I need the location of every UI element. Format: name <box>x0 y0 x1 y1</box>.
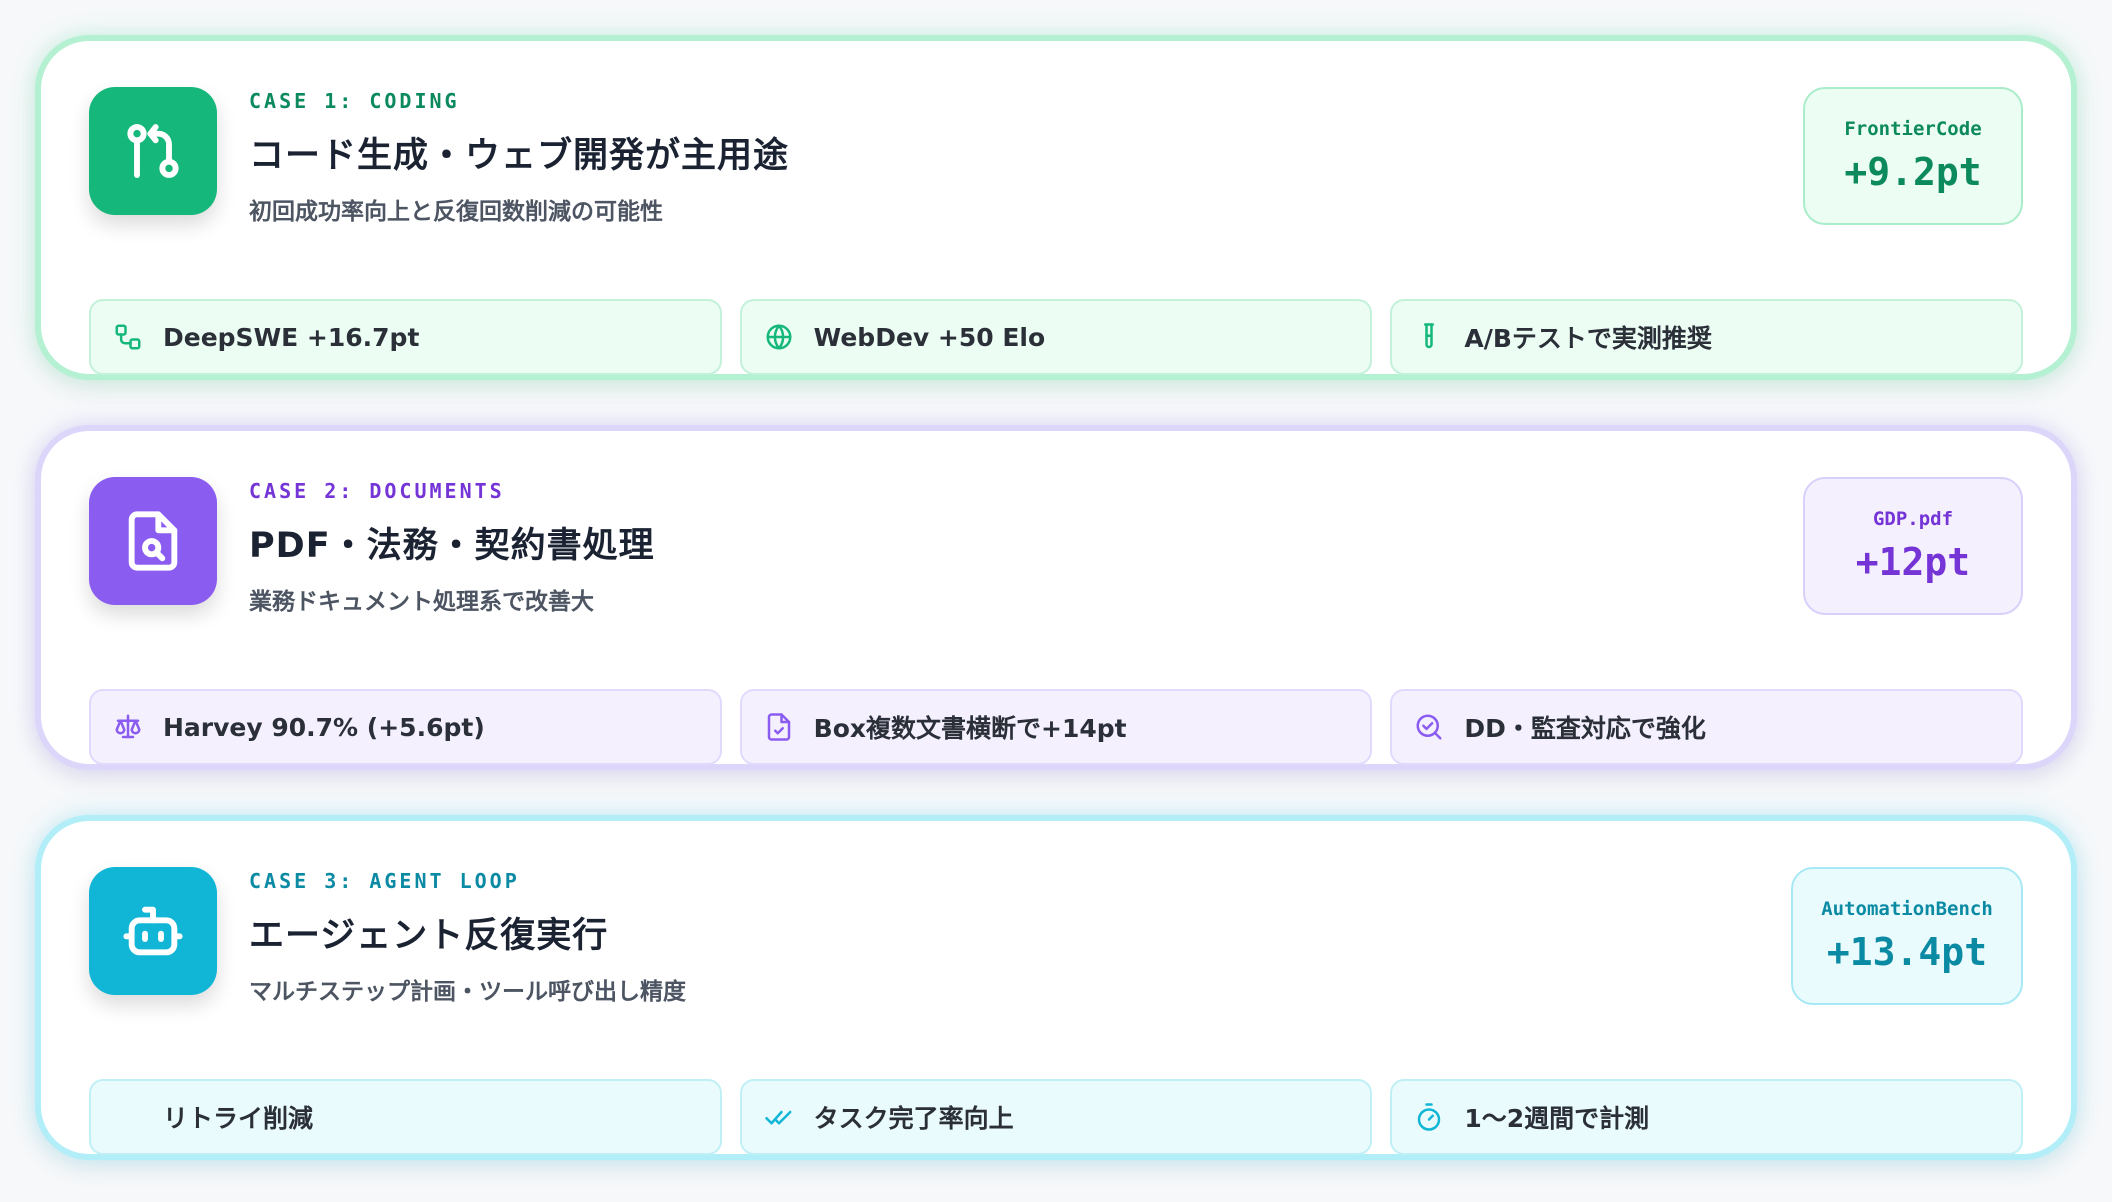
case-title: コード生成・ウェブ開発が主用途 <box>249 136 790 176</box>
chip-text: Box複数文書横断で+14pt <box>813 714 1127 743</box>
chip-box: Box複数文書横断で+14pt <box>739 689 1373 765</box>
workflow-icon <box>113 322 143 352</box>
double-check-icon <box>764 1102 794 1132</box>
retry-icon <box>113 1102 143 1132</box>
chip-text: A/Bテストで実測推奨 <box>1464 324 1712 353</box>
robot-icon <box>89 867 217 995</box>
chip-row: Harvey 90.7% (+5.6pt) Box複数文書横断で+14pt DD… <box>89 689 2024 765</box>
case-header: CASE 1: CODING コード生成・ウェブ開発が主用途 初回成功率向上と反… <box>89 87 2023 287</box>
chip-text: 1〜2週間で計測 <box>1464 1104 1650 1133</box>
case-header: CASE 3: AGENT LOOP エージェント反復実行 マルチステップ計画・… <box>89 867 2023 1067</box>
case-label: CASE 2: DOCUMENTS <box>249 479 505 503</box>
metric-badge-label: GDP.pdf <box>1872 508 1954 530</box>
case-titles: CASE 2: DOCUMENTS PDF・法務・契約書処理 業務ドキュメント処… <box>249 477 655 616</box>
metric-badge: FrontierCode +9.2pt <box>1803 87 2023 225</box>
case-subtitle: 初回成功率向上と反復回数削減の可能性 <box>249 199 663 225</box>
chip-measure: 1〜2週間で計測 <box>1390 1079 2024 1155</box>
case-header: CASE 2: DOCUMENTS PDF・法務・契約書処理 業務ドキュメント処… <box>89 477 2023 677</box>
circle-check-icon <box>1414 712 1444 742</box>
metric-badge: AutomationBench +13.4pt <box>1791 867 2023 1005</box>
chip-webdev: WebDev +50 Elo <box>739 299 1373 375</box>
case-titles: CASE 3: AGENT LOOP エージェント反復実行 マルチステップ計画・… <box>249 867 686 1006</box>
metric-badge-label: AutomationBench <box>1821 898 1993 920</box>
case-title: PDF・法務・契約書処理 <box>249 526 655 566</box>
case-label: CASE 1: CODING <box>249 89 460 113</box>
case-card-coding: CASE 1: CODING コード生成・ウェブ開発が主用途 初回成功率向上と反… <box>35 35 2077 380</box>
chip-dd-audit: DD・監査対応で強化 <box>1390 689 2024 765</box>
case-label: CASE 3: AGENT LOOP <box>249 869 520 893</box>
chip-harvey: Harvey 90.7% (+5.6pt) <box>89 689 722 765</box>
case-title: エージェント反復実行 <box>249 916 609 956</box>
git-pull-request-icon <box>89 87 217 215</box>
chip-task-completion: タスク完了率向上 <box>739 1079 1373 1155</box>
globe-icon <box>764 322 794 352</box>
case-titles: CASE 1: CODING コード生成・ウェブ開発が主用途 初回成功率向上と反… <box>249 87 789 226</box>
chip-text: DeepSWE +16.7pt <box>163 322 420 352</box>
metric-badge-value: +12pt <box>1855 540 1971 584</box>
chip-text: タスク完了率向上 <box>813 1104 1014 1133</box>
case-subtitle: マルチステップ計画・ツール呼び出し精度 <box>249 979 686 1005</box>
timer-icon <box>1414 1102 1444 1132</box>
metric-badge-value: +13.4pt <box>1826 930 1988 974</box>
chip-text: WebDev +50 Elo <box>813 322 1046 352</box>
test-tube-icon <box>1414 322 1444 352</box>
chip-text: Harvey 90.7% (+5.6pt) <box>163 712 485 742</box>
case-card-documents: CASE 2: DOCUMENTS PDF・法務・契約書処理 業務ドキュメント処… <box>35 425 2077 770</box>
case-card-agent-loop: CASE 3: AGENT LOOP エージェント反復実行 マルチステップ計画・… <box>35 815 2077 1160</box>
file-check-icon <box>764 712 794 742</box>
file-search-icon <box>89 477 217 605</box>
scale-icon <box>113 712 143 742</box>
case-subtitle: 業務ドキュメント処理系で改善大 <box>249 589 594 615</box>
metric-badge-value: +9.2pt <box>1844 150 1982 194</box>
metric-badge: GDP.pdf +12pt <box>1803 477 2023 615</box>
chip-row: DeepSWE +16.7pt WebDev +50 Elo A/Bテストで実測… <box>89 299 2024 375</box>
chip-text: リトライ削減 <box>163 1104 314 1133</box>
chip-ab-test: A/Bテストで実測推奨 <box>1390 299 2024 375</box>
chip-retry: リトライ削減 <box>89 1079 722 1155</box>
chip-text: DD・監査対応で強化 <box>1464 714 1706 743</box>
chip-row: リトライ削減 タスク完了率向上 1〜2週間で計測 <box>89 1079 2024 1155</box>
metric-badge-label: FrontierCode <box>1844 118 1982 140</box>
chip-deepswe: DeepSWE +16.7pt <box>89 299 722 375</box>
